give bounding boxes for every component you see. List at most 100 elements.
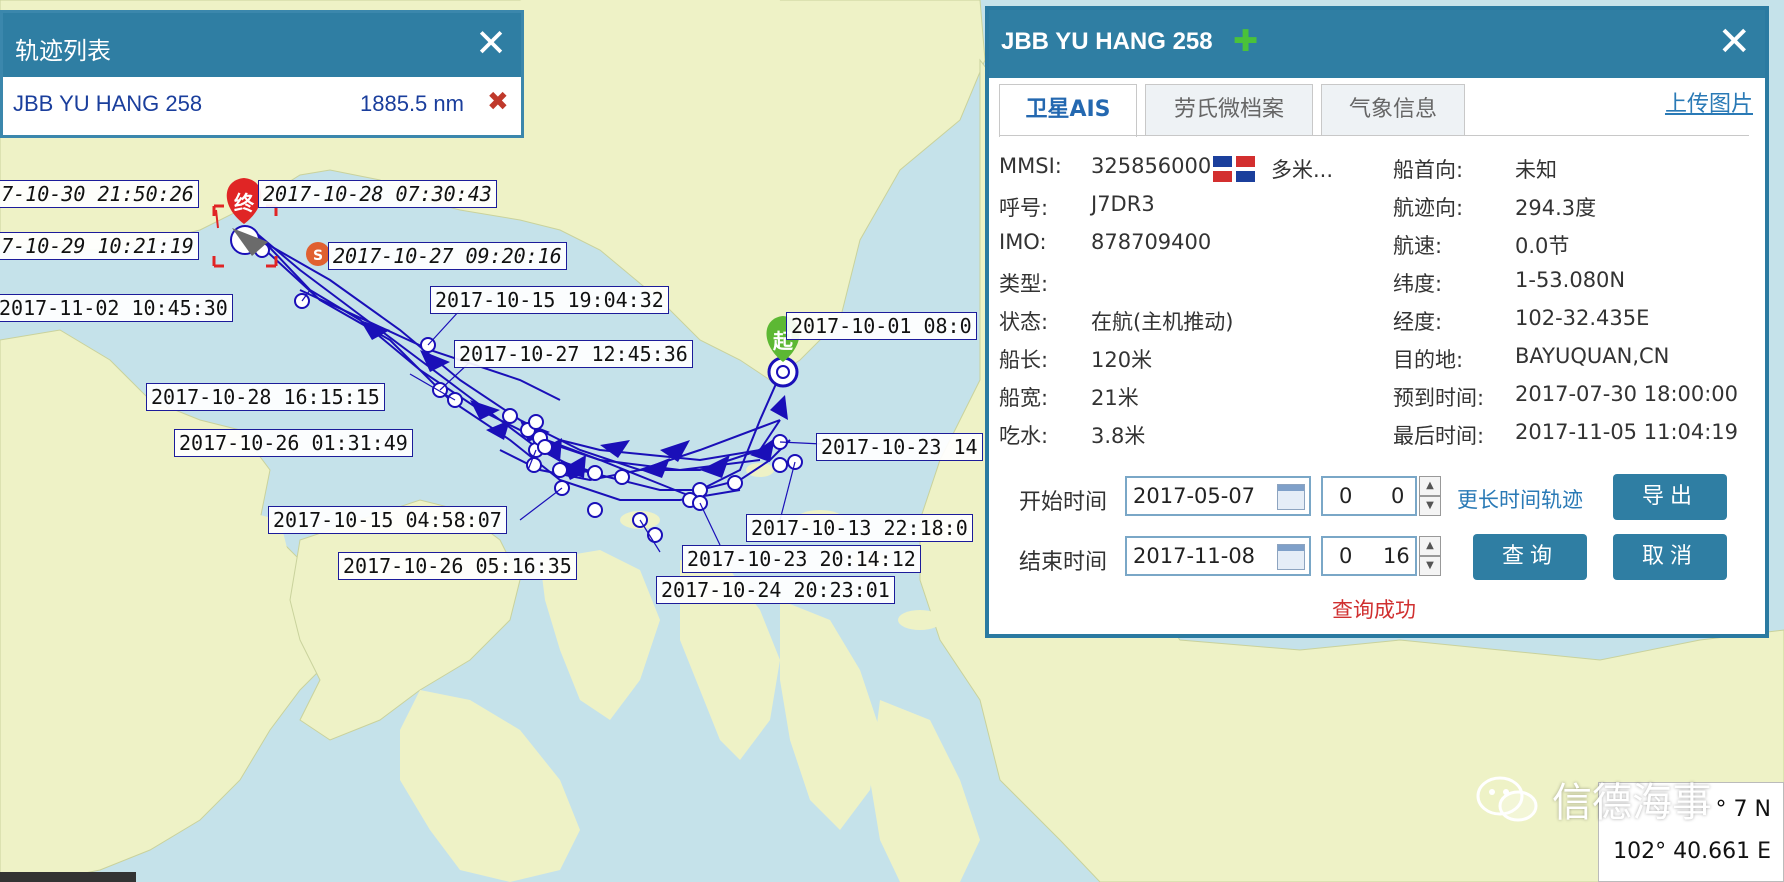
track-timestamp: 2017-10-26 05:16:35 (338, 552, 577, 580)
start-time-label: 开始时间 (1019, 490, 1108, 515)
close-icon[interactable]: ✕ (475, 23, 507, 63)
start-time-input[interactable]: 0 0 (1321, 476, 1417, 516)
watermark: 信德海事 (1552, 780, 1712, 826)
track-timestamp: 2017-10-23 14 (816, 433, 983, 461)
track-timestamp: 2017-10-01 08:0 (786, 312, 977, 340)
track-timestamp: 2017-10-26 01:31:49 (174, 429, 413, 457)
field-label: 经度: (1393, 310, 1443, 334)
longer-track-link[interactable]: 更长时间轨迹 (1457, 484, 1583, 514)
chevron-down-icon[interactable]: ▼ (1419, 496, 1441, 516)
track-timestamp: 2017-10-13 22:18:0 (746, 514, 973, 542)
cancel-button[interactable]: 取消 (1613, 534, 1727, 580)
field-value-destination: BAYUQUAN,CN (1515, 344, 1670, 368)
track-distance: 1885.5 nm (360, 91, 464, 116)
field-label: 船宽: (999, 386, 1049, 410)
field-label: 船首向: (1393, 158, 1464, 182)
track-list-title: 轨迹列表 (15, 37, 111, 65)
field-value-imo: 878709400 (1091, 230, 1212, 254)
field-label: 呼号: (999, 196, 1049, 220)
field-label: 纬度: (1393, 272, 1443, 296)
field-label: 最后时间: (1393, 424, 1485, 448)
add-favorite-icon[interactable]: ✚ (1233, 24, 1258, 59)
end-minute-value: 16 (1383, 544, 1410, 568)
start-hour-value: 0 (1339, 484, 1353, 508)
scale-bar (0, 872, 136, 882)
delete-icon[interactable]: ✖ (487, 87, 509, 117)
track-timestamp: 2017-10-27 12:45:36 (454, 340, 693, 368)
field-value-length: 120米 (1091, 348, 1153, 372)
start-date-input[interactable]: 2017-05-07 (1125, 476, 1311, 516)
track-list-header: 轨迹列表 ✕ (3, 13, 521, 77)
track-vessel-name[interactable]: JBB YU HANG 258 (13, 91, 202, 117)
stop-marker[interactable]: S (306, 242, 330, 266)
latitude-readout: ° 7 N (1715, 797, 1771, 822)
track-timestamp: 2017-10-15 04:58:07 (268, 506, 507, 534)
calendar-icon[interactable] (1277, 484, 1305, 510)
field-value-status: 在航(主机推动) (1091, 310, 1234, 334)
vessel-info-panel: JBB YU HANG 258 ✚ ✕ 卫星AIS 劳氏微档案 气象信息 上传图… (985, 6, 1769, 638)
track-timestamp: 2017-11-02 10:45:30 (0, 294, 233, 322)
chevron-up-icon[interactable]: ▲ (1419, 476, 1441, 496)
tab-satellite-ais[interactable]: 卫星AIS (999, 84, 1137, 137)
close-icon[interactable]: ✕ (1717, 20, 1751, 64)
track-list-row[interactable]: JBB YU HANG 258 1885.5 nm ✖ (3, 77, 521, 135)
field-value-mmsi: 325856000 (1091, 154, 1212, 178)
track-timestamp: 2017-10-28 16:15:15 (146, 383, 385, 411)
field-value-course: 294.3度 (1515, 196, 1597, 220)
tab-weather[interactable]: 气象信息 (1321, 84, 1465, 135)
field-label: 预到时间: (1393, 386, 1485, 410)
vessel-info-header: JBB YU HANG 258 ✚ ✕ (989, 10, 1765, 78)
field-value-draft: 3.8米 (1091, 424, 1146, 448)
longitude-readout: 102° 40.661 E (1613, 839, 1771, 864)
field-value-callsign: J7DR3 (1091, 192, 1155, 216)
field-label: MMSI: (999, 154, 1062, 178)
start-time-stepper[interactable]: ▲ ▼ (1419, 476, 1441, 516)
end-time-input[interactable]: 0 16 (1321, 536, 1417, 576)
track-timestamp: 2017-10-23 20:14:12 (682, 545, 921, 573)
query-button[interactable]: 查询 (1473, 534, 1587, 580)
track-timestamp: 2017-10-15 19:04:32 (430, 286, 669, 314)
track-timestamp: 2017-10-30 21:50:26 (0, 180, 199, 208)
land-islet-3 (746, 463, 774, 477)
end-date-value: 2017-11-08 (1133, 544, 1256, 568)
tab-divider (999, 135, 1749, 136)
track-timestamp: 2017-10-24 20:23:01 (656, 576, 895, 604)
chevron-down-icon[interactable]: ▼ (1419, 556, 1441, 576)
end-hour-value: 0 (1339, 544, 1353, 568)
start-date-value: 2017-05-07 (1133, 484, 1256, 508)
land-islet-5 (898, 610, 942, 630)
end-time-label: 结束时间 (1019, 550, 1108, 575)
track-timestamp: 2017-10-27 09:20:16 (328, 242, 567, 270)
field-label: 航速: (1393, 234, 1443, 258)
stop-marker-text: S (313, 248, 323, 264)
field-value-eta: 2017-07-30 18:00:00 (1515, 382, 1739, 406)
flag-country: 多米... (1271, 158, 1334, 182)
track-list-panel: 轨迹列表 ✕ JBB YU HANG 258 1885.5 nm ✖ (0, 10, 524, 138)
track-timestamp: 2017-10-29 10:21:19 (0, 232, 199, 260)
field-value-latitude: 1-53.080N (1515, 268, 1626, 292)
vessel-name: JBB YU HANG 258 (1001, 28, 1213, 55)
track-timestamp: 2017-10-28 07:30:43 (258, 180, 497, 208)
field-label: 航迹向: (1393, 196, 1464, 220)
end-marker-text: 终 (234, 191, 255, 215)
export-button[interactable]: 导出 (1613, 474, 1727, 520)
wechat-icon (1476, 776, 1538, 822)
query-status: 查询成功 (1332, 598, 1416, 622)
chevron-up-icon[interactable]: ▲ (1419, 536, 1441, 556)
field-value-last-time: 2017-11-05 11:04:19 (1515, 420, 1739, 444)
field-label: 船长: (999, 348, 1049, 372)
field-label: 目的地: (1393, 348, 1464, 372)
flag-icon (1213, 156, 1255, 182)
field-value-beam: 21米 (1091, 386, 1139, 410)
start-minute-value: 0 (1391, 484, 1405, 508)
field-label: 状态: (999, 310, 1049, 334)
field-value-heading: 未知 (1515, 158, 1557, 182)
end-date-input[interactable]: 2017-11-08 (1125, 536, 1311, 576)
end-time-stepper[interactable]: ▲ ▼ (1419, 536, 1441, 576)
tab-lloyds-profile[interactable]: 劳氏微档案 (1145, 84, 1313, 135)
field-label: 类型: (999, 272, 1049, 296)
upload-photo-link[interactable]: 上传图片 (1665, 86, 1753, 118)
calendar-icon[interactable] (1277, 544, 1305, 570)
field-value-longitude: 102-32.435E (1515, 306, 1650, 330)
field-label: IMO: (999, 230, 1047, 254)
